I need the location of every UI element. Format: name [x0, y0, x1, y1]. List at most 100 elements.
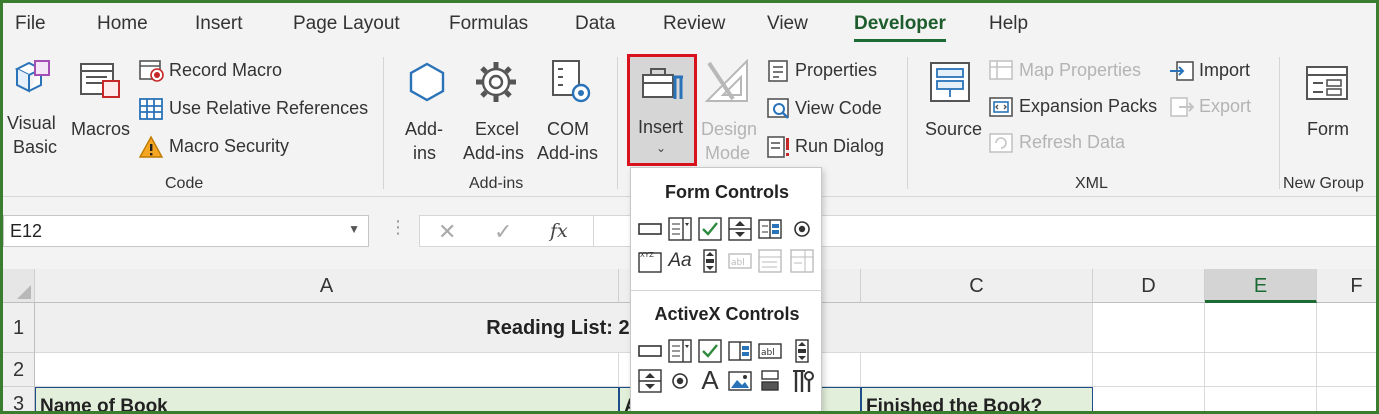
cell-a3[interactable]: Name of Book — [35, 387, 619, 411]
cell-c3[interactable]: Finished the Book? — [861, 387, 1093, 414]
insert-controls-dropdown: Form Controls XYZ Aa abl ActiveX Control… — [630, 167, 823, 411]
cell-d1[interactable] — [1093, 303, 1205, 353]
tab-help[interactable]: Help — [989, 13, 1028, 35]
row-header-3[interactable]: 3 — [3, 387, 35, 411]
macro-security-button[interactable]: Macro Security — [139, 135, 379, 161]
scroll-bar-icon[interactable] — [697, 248, 723, 274]
name-box[interactable]: E12 ▼ — [3, 215, 369, 247]
activex-text-box-icon[interactable]: abl — [757, 338, 783, 364]
row-header-2[interactable]: 2 — [3, 353, 35, 387]
check-box-icon[interactable] — [697, 216, 723, 242]
activex-scroll-bar-icon[interactable] — [789, 338, 815, 364]
design-mode-button[interactable]: Design Mode — [701, 55, 759, 163]
column-header-e[interactable]: E — [1205, 269, 1317, 303]
activex-toggle-button-icon[interactable] — [757, 368, 783, 394]
activex-combo-box-icon[interactable] — [667, 338, 693, 364]
warning-icon — [139, 135, 165, 159]
tab-formulas[interactable]: Formulas — [449, 13, 528, 35]
map-properties-button[interactable]: Map Properties — [989, 59, 1159, 85]
export-icon — [1169, 95, 1195, 119]
cell-d2[interactable] — [1093, 353, 1205, 387]
tab-home[interactable]: Home — [97, 13, 148, 35]
xml-source-icon — [929, 61, 975, 105]
com-add-ins-button[interactable]: COM Add-ins — [535, 55, 605, 163]
drag-handle-icon[interactable]: ⋮ — [389, 217, 407, 238]
title-cell[interactable]: Reading List: 20 — [35, 303, 1093, 353]
view-code-label: View Code — [795, 98, 882, 118]
header-finished-the-book: Finished the Book? — [866, 396, 1043, 414]
macro-security-label: Macro Security — [169, 136, 290, 156]
tab-insert[interactable]: Insert — [195, 13, 243, 35]
tab-data[interactable]: Data — [575, 13, 615, 35]
activex-list-box-icon[interactable] — [727, 338, 753, 364]
list-box-icon[interactable] — [757, 216, 783, 242]
column-header-c[interactable]: C — [861, 269, 1093, 303]
insert-controls-button[interactable]: Insert ⌄ — [627, 54, 697, 166]
insert-function-icon[interactable]: fx — [550, 220, 568, 242]
visual-basic-button[interactable]: Visual Basic — [3, 55, 67, 163]
view-code-button[interactable]: View Code — [767, 97, 897, 123]
button-control-icon[interactable] — [637, 216, 663, 242]
row-header-1[interactable]: 1 — [3, 303, 35, 353]
spin-button-icon[interactable] — [727, 216, 753, 242]
combo-list-edit-icon — [757, 248, 783, 274]
cell-e3[interactable] — [1205, 387, 1317, 411]
combo-box-icon[interactable] — [667, 216, 693, 242]
name-box-dropdown-icon[interactable]: ▼ — [348, 222, 360, 236]
column-header-f[interactable]: F — [1317, 269, 1376, 303]
tab-file[interactable]: File — [15, 13, 46, 35]
group-box-icon[interactable]: XYZ — [637, 248, 663, 274]
excel-add-ins-button[interactable]: Excel Add-ins — [461, 55, 531, 163]
activex-image-icon[interactable] — [727, 368, 753, 394]
option-button-icon[interactable] — [789, 216, 815, 242]
record-macro-button[interactable]: Record Macro — [139, 59, 379, 85]
cell-f1[interactable] — [1317, 303, 1376, 353]
cell-e1[interactable] — [1205, 303, 1317, 353]
map-properties-icon — [989, 59, 1013, 83]
cell-a2[interactable] — [35, 353, 619, 387]
com-add-ins-label-2: Add-ins — [537, 143, 599, 163]
expansion-packs-button[interactable]: Expansion Packs — [989, 95, 1159, 121]
cell-f2[interactable] — [1317, 353, 1376, 387]
activex-option-button-icon[interactable] — [667, 368, 693, 394]
tab-view[interactable]: View — [767, 13, 808, 35]
form-label: Form — [1307, 119, 1349, 139]
svg-text:XYZ: XYZ — [640, 251, 654, 259]
tab-page-layout[interactable]: Page Layout — [293, 13, 400, 35]
group-separator — [907, 57, 908, 189]
activex-command-button-icon[interactable] — [637, 338, 663, 364]
macros-button[interactable]: Macros — [69, 55, 133, 163]
xml-export-button[interactable]: Export — [1169, 95, 1269, 121]
hexagon-icon — [405, 61, 449, 103]
more-controls-tools-icon[interactable] — [789, 368, 815, 394]
select-all-corner[interactable] — [3, 269, 35, 303]
cell-c2[interactable] — [861, 353, 1093, 387]
run-dialog-button[interactable]: Run Dialog — [767, 135, 897, 161]
column-header-d[interactable]: D — [1093, 269, 1205, 303]
add-ins-label-2: ins — [413, 143, 437, 163]
tab-developer[interactable]: Developer — [854, 13, 946, 42]
xml-import-button[interactable]: Import — [1169, 59, 1269, 85]
label-control-icon[interactable]: Aa — [667, 248, 693, 274]
activex-spin-button-icon[interactable] — [637, 368, 663, 394]
tab-review[interactable]: Review — [663, 13, 725, 35]
column-header-a[interactable]: A — [35, 269, 619, 303]
cell-d3[interactable] — [1093, 387, 1205, 411]
record-macro-label: Record Macro — [169, 60, 283, 80]
form-button[interactable]: Form — [1293, 55, 1369, 163]
properties-button[interactable]: Properties — [767, 59, 897, 85]
cell-e2[interactable] — [1205, 353, 1317, 387]
use-relative-references-button[interactable]: Use Relative References — [139, 97, 379, 123]
excel-add-ins-label-2: Add-ins — [463, 143, 525, 163]
check-icon[interactable]: ✓ — [494, 219, 512, 245]
activex-label-icon[interactable]: A — [697, 366, 723, 394]
refresh-data-button[interactable]: Refresh Data — [989, 131, 1159, 157]
group-separator — [617, 57, 618, 189]
add-ins-button[interactable]: Add- ins — [399, 55, 455, 163]
xml-source-button[interactable]: Source — [919, 55, 987, 163]
form-controls-title: Form Controls — [665, 182, 789, 202]
visual-basic-label-1: Visual — [7, 113, 56, 133]
activex-check-box-icon[interactable] — [697, 338, 723, 364]
cancel-icon[interactable]: ✕ — [438, 219, 456, 245]
toolbox-icon — [639, 65, 687, 105]
